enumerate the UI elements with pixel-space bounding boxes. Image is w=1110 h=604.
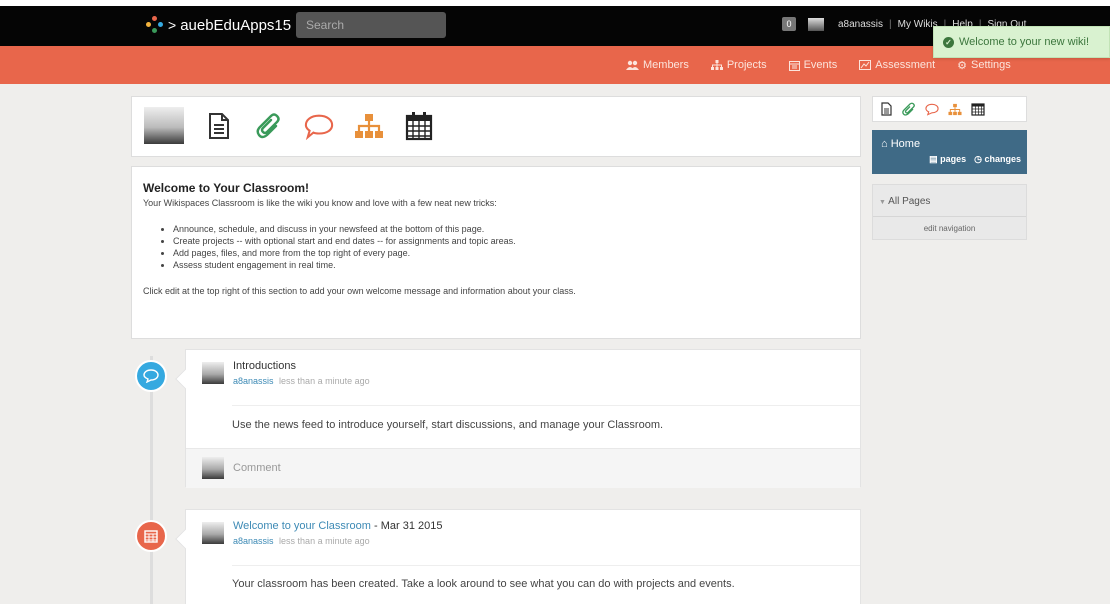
post-meta: a8anassis less than a minute ago: [233, 536, 370, 546]
projects-icon: [710, 59, 723, 70]
home-link[interactable]: ⌂ Home: [881, 138, 920, 150]
toast-message: Welcome to your new wiki!: [959, 36, 1090, 48]
event-date: - Mar 31 2015: [370, 520, 443, 532]
caret-down-icon: ▼: [879, 199, 886, 206]
pages-link[interactable]: ▤ pages: [929, 154, 966, 165]
calendar-icon: [788, 60, 800, 71]
nav-item-assessment[interactable]: Assessment: [859, 59, 935, 71]
nav-label: Members: [643, 59, 689, 71]
username-link[interactable]: a8anassis: [838, 19, 883, 30]
nav-item-members[interactable]: Members: [626, 59, 689, 71]
event-badge: [135, 520, 167, 552]
author-link[interactable]: a8anassis: [233, 536, 274, 546]
calendar-icon[interactable]: [404, 109, 434, 143]
welcome-outro: Click edit at the top right of this sect…: [143, 286, 576, 296]
discussion-badge: [135, 360, 167, 392]
welcome-list: Announce, schedule, and discuss in your …: [173, 223, 849, 271]
separator: |: [889, 18, 892, 30]
post-title: Welcome to your Classroom - Mar 31 2015: [233, 520, 443, 532]
all-pages-label: All Pages: [888, 196, 931, 207]
post-body: Your classroom has been created. Take a …: [232, 578, 735, 590]
home-label: Home: [890, 138, 921, 150]
brand[interactable]: > auebEduApps15: [146, 16, 291, 34]
home-icon: ⌂: [881, 138, 888, 150]
avatar[interactable]: [808, 17, 824, 31]
speech-bubble-icon[interactable]: [304, 109, 334, 143]
home-box[interactable]: ⌂ Home ▤ pages ◷ changes: [872, 130, 1027, 174]
comment-input[interactable]: Comment: [233, 462, 281, 474]
gear-icon: ⚙: [957, 59, 968, 72]
list-item: Assess student engagement in real time.: [173, 259, 849, 271]
page-icon: ▤: [929, 154, 938, 164]
calendar-icon[interactable]: [971, 101, 985, 117]
feed-arrow: [175, 529, 195, 549]
my-wikis-link[interactable]: My Wikis: [898, 19, 938, 30]
divider: [232, 405, 860, 406]
speech-bubble-icon: [143, 369, 159, 383]
all-pages-item[interactable]: ▼ All Pages: [879, 196, 930, 207]
avatar[interactable]: [202, 362, 224, 384]
post-body: Use the news feed to introduce yourself,…: [232, 419, 664, 431]
avatar: [202, 457, 224, 479]
post-time: less than a minute ago: [279, 376, 370, 386]
divider: [232, 565, 860, 566]
speech-bubble-icon[interactable]: [925, 101, 939, 117]
chevron-right-icon: >: [168, 17, 177, 33]
welcome-intro: Your Wikispaces Classroom is like the wi…: [143, 198, 497, 208]
navigation-box: ▼ All Pages edit navigation: [872, 184, 1027, 240]
nav-label: Projects: [726, 59, 767, 71]
avatar[interactable]: [202, 522, 224, 544]
welcome-toast[interactable]: ✓ Welcome to your new wiki!: [933, 26, 1110, 58]
site-name: auebEduApps15: [180, 16, 292, 34]
event-link[interactable]: Welcome to your Classroom: [233, 520, 371, 532]
author-link[interactable]: a8anassis: [233, 376, 274, 386]
changes-link[interactable]: ◷ changes: [974, 154, 1021, 165]
post-title: Introductions: [233, 360, 296, 372]
welcome-section: Welcome to Your Classroom! Your Wikispac…: [131, 166, 861, 339]
paperclip-icon[interactable]: [254, 109, 284, 143]
feed-item: Welcome to your Classroom - Mar 31 2015 …: [175, 509, 861, 604]
nav-item-settings[interactable]: ⚙ Settings: [957, 59, 1011, 72]
home-links: ▤ pages ◷ changes: [929, 154, 1021, 165]
clock-icon: ◷: [974, 154, 982, 164]
timeline-line: [150, 356, 153, 604]
feed-item: Introductions a8anassis less than a minu…: [175, 349, 861, 488]
pages-label: pages: [940, 154, 967, 164]
nav-label: Assessment: [875, 59, 936, 71]
welcome-title: Welcome to Your Classroom!: [143, 181, 310, 195]
sidebar-toolbar: [872, 96, 1027, 122]
list-item: Announce, schedule, and discuss in your …: [173, 223, 849, 235]
wikispaces-logo-icon: [146, 16, 164, 34]
nav-item-events[interactable]: Events: [788, 59, 838, 71]
calendar-icon: [144, 530, 158, 543]
page-icon[interactable]: [879, 101, 893, 117]
comment-row[interactable]: Comment: [186, 448, 860, 488]
sitemap-icon[interactable]: [948, 101, 962, 117]
feed-arrow: [175, 369, 195, 389]
members-icon: [626, 60, 639, 70]
sitemap-icon[interactable]: [354, 109, 384, 143]
page-icon[interactable]: [204, 109, 234, 143]
nav-label: Events: [803, 59, 838, 71]
changes-label: changes: [984, 154, 1021, 164]
search-input[interactable]: [296, 12, 446, 38]
edit-navigation-link[interactable]: edit navigation: [873, 216, 1026, 240]
wiki-thumbnail[interactable]: [144, 107, 184, 144]
list-item: Add pages, files, and more from the top …: [173, 247, 849, 259]
list-item: Create projects -- with optional start a…: [173, 235, 849, 247]
assessment-icon: [859, 60, 872, 70]
check-circle-icon: ✓: [943, 36, 954, 48]
nav-item-projects[interactable]: Projects: [710, 59, 767, 71]
post-meta: a8anassis less than a minute ago: [233, 376, 370, 386]
content-toolbar: [131, 96, 861, 157]
nav-label: Settings: [971, 59, 1011, 71]
notification-count[interactable]: 0: [782, 17, 796, 31]
paperclip-icon[interactable]: [902, 101, 916, 117]
post-time: less than a minute ago: [279, 536, 370, 546]
